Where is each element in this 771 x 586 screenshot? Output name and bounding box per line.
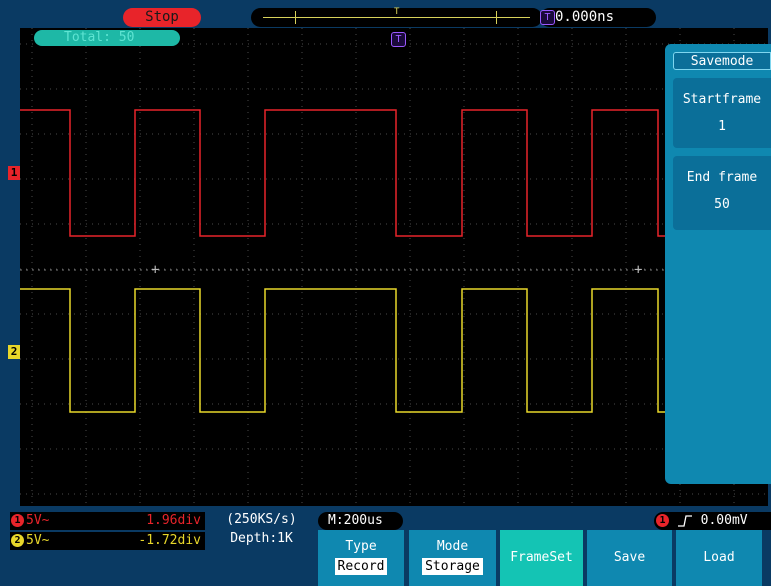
ch1-volt-div: 5V~ [26,513,50,528]
window-right-bracket [496,11,497,24]
trigger-icon: T [540,9,555,25]
ch2-waveform [20,288,768,413]
trigger-position-caret: T [394,7,400,17]
type-label: Type [345,539,377,554]
load-button[interactable]: Load [676,530,762,586]
timebase-readout: M:200us [318,512,403,530]
acquisition-info: (250KS/s) Depth:1K [208,512,315,552]
horizontal-offset-readout: T 0.000ns [540,8,656,27]
ch1-offset: 1.96div [146,513,201,528]
ch1-status: 1 5V~ 1.96div [10,512,205,530]
side-menu: Savemode Startframe 1 End frame 50 [665,44,771,484]
save-button[interactable]: Save [587,530,672,586]
crosshair-left: + [151,262,159,278]
window-left-bracket [295,11,296,24]
trigger-status: 1 0.00mV [654,512,771,530]
ch2-badge: 2 [11,534,24,547]
start-frame-button[interactable]: Startframe 1 [673,78,771,148]
time-offset-value: 0.000ns [555,9,615,25]
savemode-title: Savemode [673,52,771,70]
sample-rate: (250KS/s) [226,512,297,527]
crosshair-right: + [634,262,642,278]
type-value: Record [334,558,388,575]
frame-total-indicator: Total: 50 [34,30,180,46]
memory-depth: Depth:1K [230,531,293,546]
start-frame-label: Startframe [682,92,762,107]
waveform-display: + + [20,28,768,506]
memory-position-line [263,17,530,18]
ch1-waveform [20,109,768,237]
rising-edge-icon [677,514,692,527]
ch2-offset: -1.72div [138,533,201,548]
start-frame-value: 1 [718,119,726,134]
trigger-level: 0.00mV [700,513,748,528]
frameset-button[interactable]: FrameSet [500,530,583,586]
mode-value: Storage [422,558,483,575]
ch2-status: 2 5V~ -1.72div [10,532,205,550]
trigger-position-bar: T [251,7,542,27]
trigger-time-marker: T [391,29,406,48]
waveform-grid: + + [20,28,768,506]
mode-label: Mode [436,539,469,554]
end-frame-value: 50 [714,197,730,212]
end-frame-button[interactable]: End frame 50 [673,156,771,230]
mode-button[interactable]: Mode Storage [409,530,496,586]
type-button[interactable]: Type Record [318,530,404,586]
run-state-indicator[interactable]: Stop [123,8,201,27]
ch1-badge: 1 [11,514,24,527]
end-frame-label: End frame [686,170,758,185]
ch2-position-marker[interactable]: 2 [8,345,20,359]
ch2-volt-div: 5V~ [26,533,50,548]
top-status-bar: Stop T T 0.000ns [0,0,771,28]
trigger-icon: T [391,32,406,47]
ch1-position-marker[interactable]: 1 [8,166,20,180]
trigger-source-badge: 1 [656,514,669,527]
